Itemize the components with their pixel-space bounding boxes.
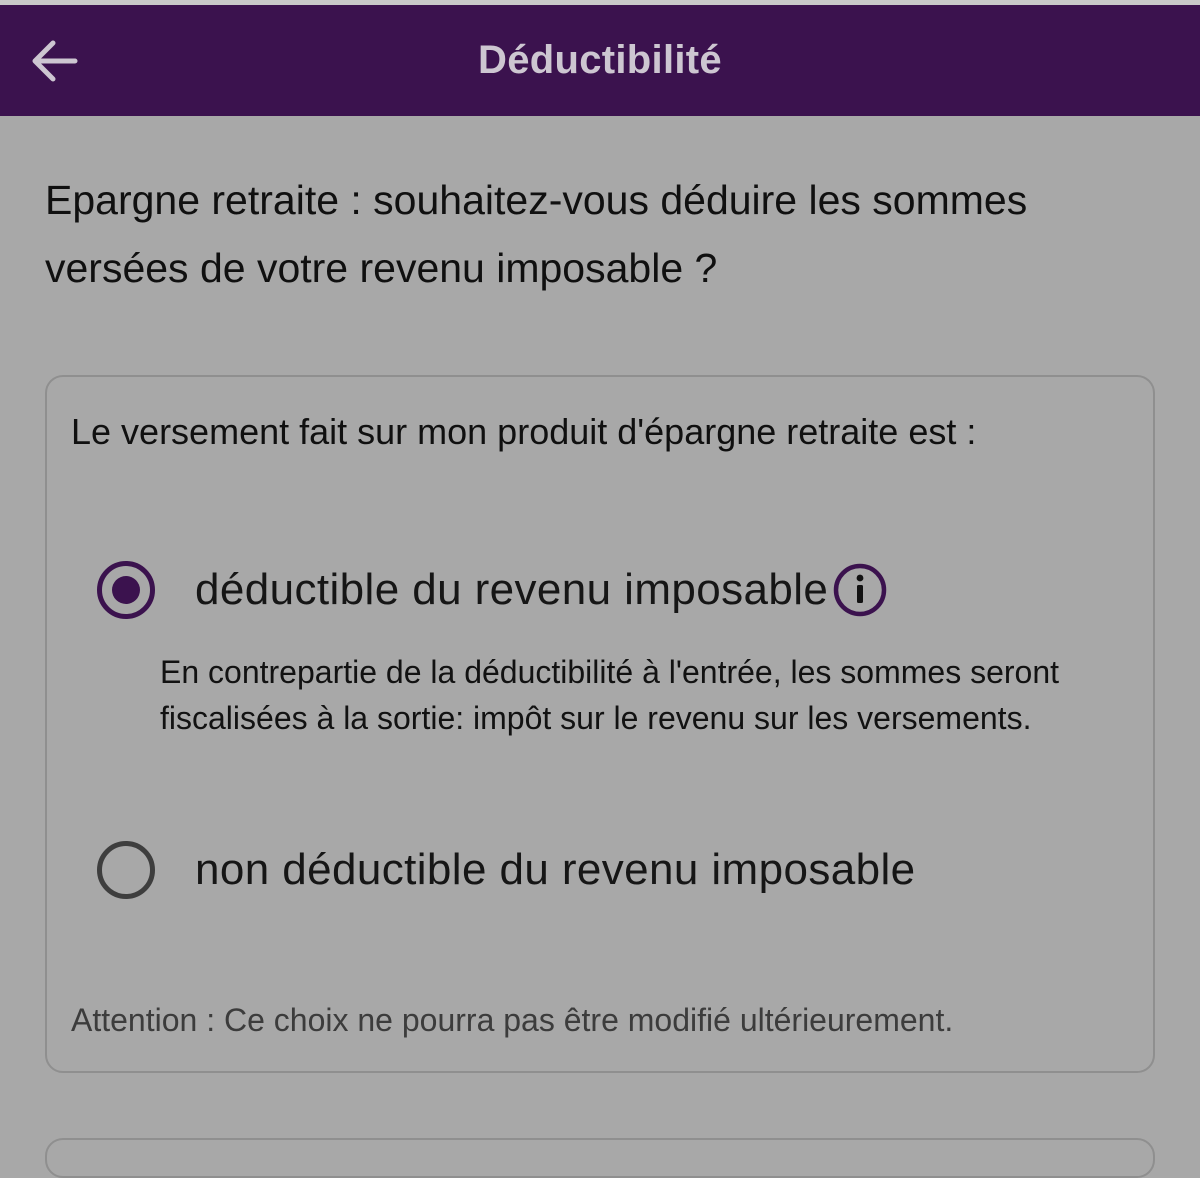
warning-text: Attention : Ce choix ne pourra pas être … bbox=[71, 1002, 954, 1038]
next-card-edge bbox=[45, 1138, 1155, 1178]
radio-deductible[interactable] bbox=[97, 561, 155, 619]
option-deductible[interactable]: déductible du revenu imposable bbox=[97, 555, 1097, 625]
app-bar: Déductibilité bbox=[0, 5, 1200, 116]
info-icon[interactable] bbox=[832, 562, 888, 618]
option-deductible-description: En contrepartie de la déductibilité à l'… bbox=[160, 654, 1060, 736]
option-non-deductible[interactable]: non déductible du revenu imposable bbox=[97, 835, 1097, 905]
card-heading: Le versement fait sur mon produit d'épar… bbox=[71, 411, 977, 452]
question-text: Epargne retraite : souhaitez-vous déduir… bbox=[45, 177, 1028, 291]
radio-non-deductible[interactable] bbox=[97, 841, 155, 899]
deductibility-card: Le versement fait sur mon produit d'épar… bbox=[45, 375, 1155, 1073]
radio-selected-dot bbox=[112, 576, 140, 604]
arrow-left-icon bbox=[32, 40, 78, 82]
page-title: Déductibilité bbox=[478, 38, 722, 82]
option-deductible-label: déductible du revenu imposable bbox=[195, 565, 829, 614]
back-button[interactable] bbox=[22, 31, 86, 91]
option-non-deductible-label: non déductible du revenu imposable bbox=[195, 845, 916, 894]
